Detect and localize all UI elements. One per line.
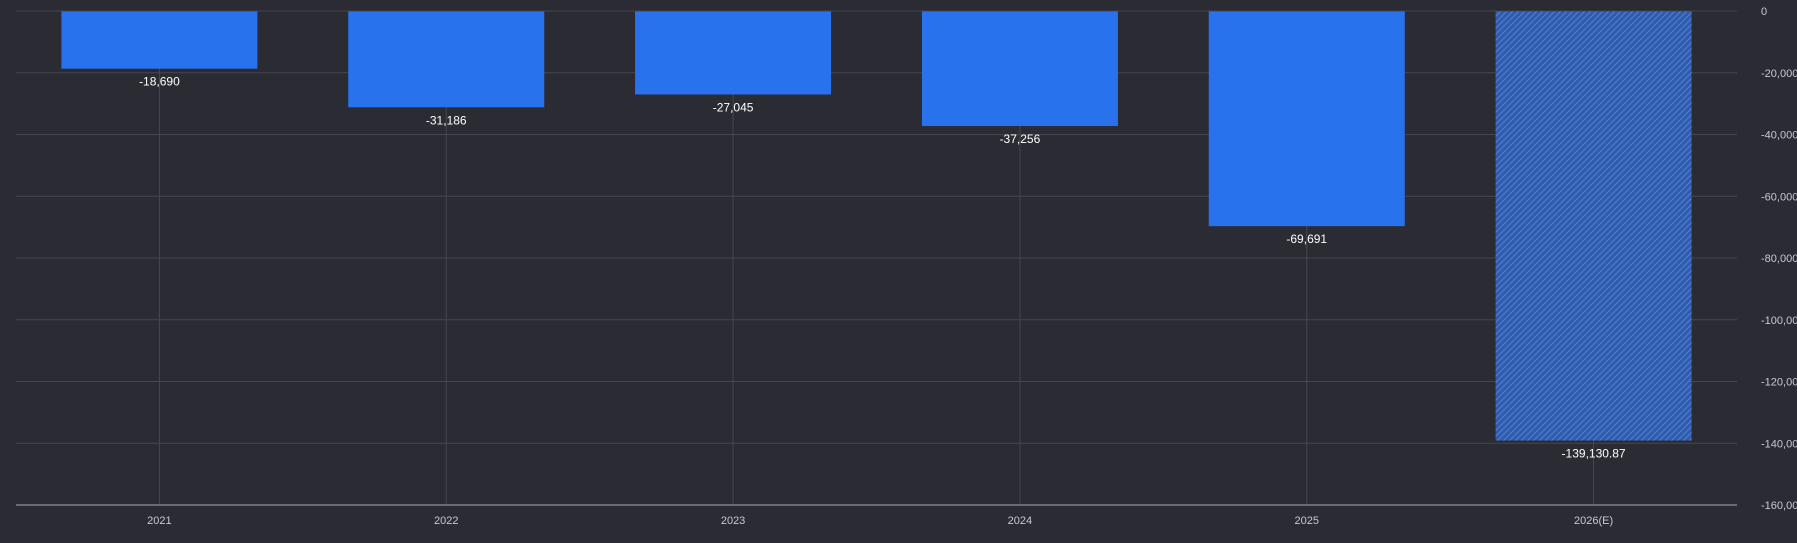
bar-value-label: -18,690: [139, 75, 180, 89]
bar-2021[interactable]: [61, 11, 258, 69]
x-tick-label: 2026(E): [1574, 515, 1613, 527]
bar-2026e[interactable]: [1495, 11, 1692, 441]
y-tick-label: -140,000: [1761, 438, 1797, 450]
bar-value-label: -139,130.87: [1562, 447, 1626, 461]
y-tick-label: 0: [1761, 6, 1767, 18]
y-tick-label: -160,000: [1761, 500, 1797, 512]
y-tick-label: -20,000: [1761, 68, 1797, 80]
chart-container: -18,690 -31,186 -27,045 -37,256 -69,691 -139,…: [0, 0, 1797, 538]
y-tick-label: -120,000: [1761, 377, 1797, 389]
bar-2023[interactable]: [635, 11, 832, 95]
x-tick-label: 2021: [147, 515, 171, 527]
grid-lines: [16, 10, 1737, 505]
bar-2025[interactable]: [1208, 11, 1405, 227]
y-tick-label: -100,000: [1761, 315, 1797, 327]
bar-value-label: -37,256: [1000, 132, 1041, 146]
x-tick-label: 2023: [721, 515, 745, 527]
bar-value-label: -69,691: [1286, 232, 1327, 246]
y-tick-label: -60,000: [1761, 191, 1797, 203]
bar-2022[interactable]: [348, 11, 545, 108]
y-tick-label: -40,000: [1761, 130, 1797, 142]
bar-2024[interactable]: [921, 11, 1118, 127]
bar-value-label: -27,045: [713, 101, 754, 115]
x-tick-label: 2024: [1008, 515, 1032, 527]
x-tick-label: 2025: [1295, 515, 1319, 527]
y-tick-label: -80,000: [1761, 253, 1797, 265]
x-tick-label: 2022: [434, 515, 458, 527]
bars: [61, 11, 1692, 441]
bar-chart: -18,690 -31,186 -27,045 -37,256 -69,691 -139,…: [16, 6, 1797, 527]
bar-value-label: -31,186: [426, 113, 467, 127]
